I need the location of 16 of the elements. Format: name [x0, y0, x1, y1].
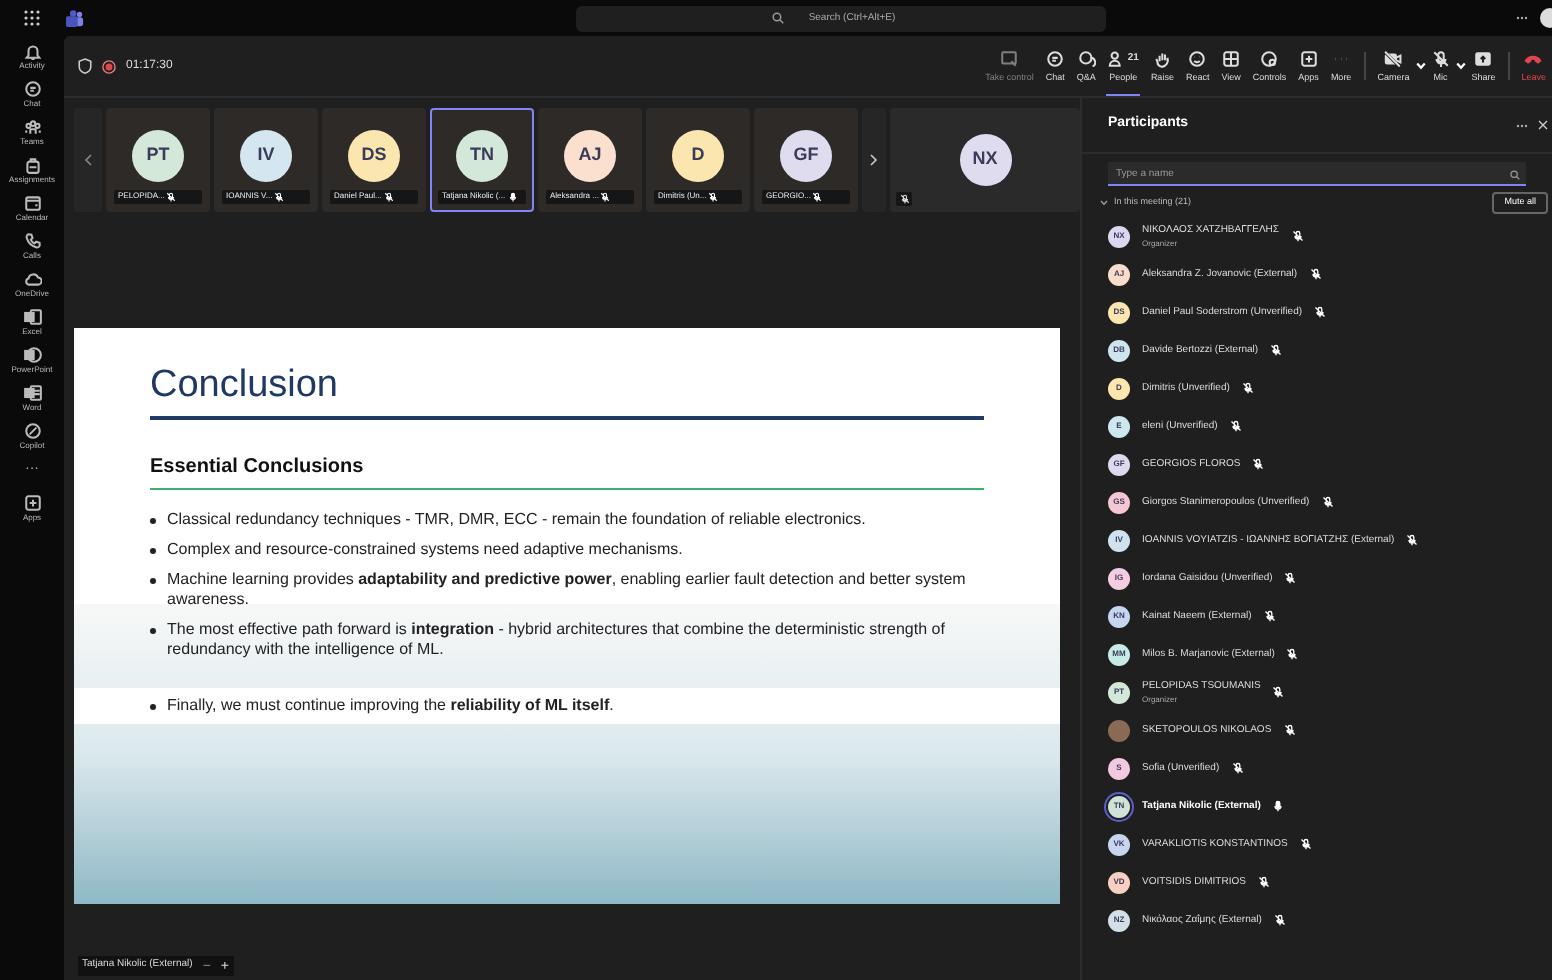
bullet-text: The most effective path forward is integration - hybrid architectures that combine the deterministic strength of redundancy with the intelligence of ML.	[167, 620, 947, 660]
avatar: D	[672, 129, 724, 181]
bullet-text: Complex and resource-constrained systems need adaptive mechanisms.	[167, 540, 683, 560]
video-tile[interactable]: NX	[890, 107, 1080, 211]
bullet-text: Machine learning provides adaptability and predictive power, enabling earlier fault detection and better system awareness.	[167, 570, 968, 610]
avatar: AJ	[564, 129, 616, 181]
avatar: DS	[348, 129, 400, 181]
bullet-text: Finally, we must continue improving the reliability of ML itself.	[167, 696, 614, 716]
slide-title: Conclusion	[150, 364, 340, 408]
avatar: GF	[780, 129, 832, 181]
avatar: TN	[456, 129, 508, 181]
slide-subtitle: Essential Conclusions	[150, 454, 366, 482]
bullet-text: Classical redundancy techniques - TMR, DMR, ECC - remain the foundation of reliable electronics.	[167, 510, 866, 530]
avatar: IV	[240, 129, 292, 181]
avatar: PT	[132, 129, 184, 181]
avatar: NX	[959, 133, 1011, 185]
